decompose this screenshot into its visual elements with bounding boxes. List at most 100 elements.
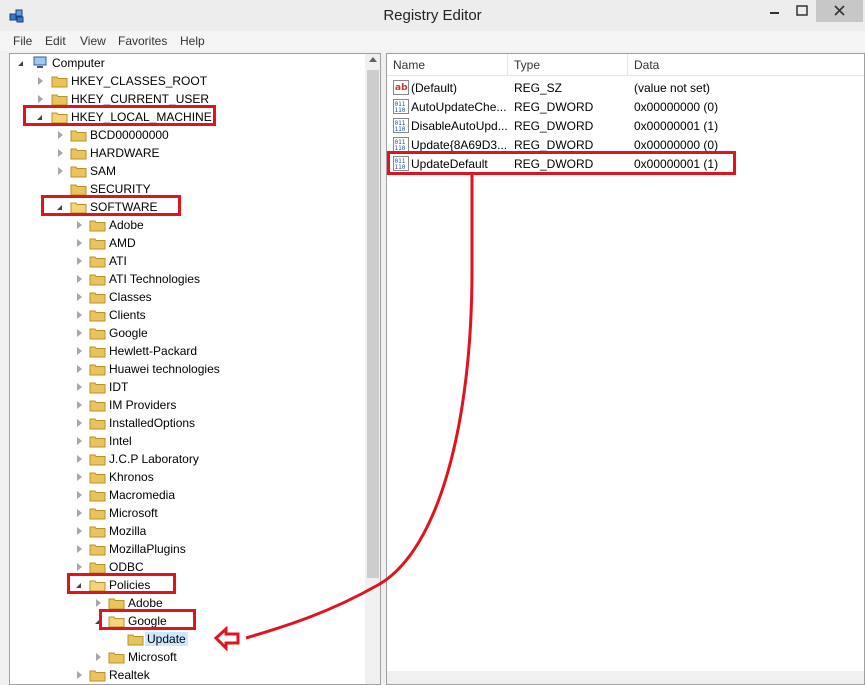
folder-icon (70, 130, 87, 142)
collapsed-arrow-icon[interactable] (77, 419, 82, 427)
tree-label: Clients (109, 308, 146, 322)
tree-vertical-scrollbar[interactable] (365, 54, 380, 684)
value-type: REG_DWORD (514, 138, 594, 152)
scroll-thumb[interactable] (367, 70, 379, 578)
collapsed-arrow-icon[interactable] (77, 491, 82, 499)
tree-label: Macromedia (109, 488, 176, 502)
expanded-arrow-icon[interactable] (18, 61, 23, 66)
collapsed-arrow-icon[interactable] (77, 437, 82, 445)
folder-open-icon (108, 616, 125, 628)
value-data: 0x00000001 (1) (634, 119, 719, 133)
svg-text:ab: ab (395, 83, 408, 93)
tree-label: HARDWARE (90, 146, 160, 160)
column-header-data[interactable]: Data (628, 54, 864, 76)
collapsed-arrow-icon[interactable] (77, 545, 82, 553)
value-row[interactable]: ab (Default) REG_SZ (value not set) (387, 78, 864, 97)
collapsed-arrow-icon[interactable] (77, 527, 82, 535)
collapsed-arrow-icon[interactable] (77, 383, 82, 391)
expanded-arrow-icon[interactable] (76, 583, 81, 588)
collapsed-arrow-icon[interactable] (96, 653, 101, 661)
values-horizontal-scrollbar[interactable] (387, 671, 864, 684)
dword-value-icon: 011110 (393, 137, 409, 152)
dword-value-icon: 011110 (393, 156, 409, 171)
window-title: Registry Editor (383, 7, 482, 24)
folder-icon (89, 490, 106, 502)
collapsed-arrow-icon[interactable] (77, 455, 82, 463)
collapsed-arrow-icon[interactable] (58, 149, 63, 157)
folder-icon (89, 544, 106, 556)
folder-icon (89, 310, 106, 322)
value-name: (Default) (411, 81, 458, 95)
expanded-arrow-icon[interactable] (37, 115, 42, 120)
maximize-button[interactable] (788, 0, 816, 22)
column-header-type[interactable]: Type (508, 54, 628, 76)
menu-file[interactable]: File (13, 34, 32, 48)
collapsed-arrow-icon[interactable] (77, 671, 82, 679)
tree-label: J.C.P Laboratory (109, 452, 199, 466)
column-header-name[interactable]: Name (387, 54, 508, 76)
svg-text:110: 110 (395, 145, 406, 152)
collapsed-arrow-icon[interactable] (58, 167, 63, 175)
scroll-up-icon[interactable] (369, 57, 377, 62)
collapsed-arrow-icon[interactable] (38, 77, 43, 85)
collapsed-arrow-icon[interactable] (77, 311, 82, 319)
svg-text:110: 110 (395, 107, 406, 114)
collapsed-arrow-icon[interactable] (77, 293, 82, 301)
dword-value-icon: 011110 (393, 118, 409, 133)
value-data: (value not set) (634, 81, 711, 95)
value-name: AutoUpdateChe... (411, 100, 507, 114)
values-list[interactable]: Name Type Data ab (Default) REG_SZ (value n… (386, 53, 865, 685)
folder-icon (89, 346, 106, 358)
menu-help[interactable]: Help (180, 34, 205, 48)
collapsed-arrow-icon[interactable] (77, 347, 82, 355)
collapsed-arrow-icon[interactable] (77, 509, 82, 517)
close-button[interactable] (816, 0, 863, 22)
title-bar: Registry Editor (0, 0, 865, 31)
tree-label: ODBC (109, 560, 144, 574)
menu-edit[interactable]: Edit (45, 34, 66, 48)
tree-label: Intel (109, 434, 132, 448)
tree-label: Google (128, 614, 167, 628)
menu-favorites[interactable]: Favorites (118, 34, 167, 48)
expanded-arrow-icon[interactable] (95, 619, 100, 624)
close-icon (834, 5, 845, 16)
collapsed-arrow-icon[interactable] (77, 275, 82, 283)
collapsed-arrow-icon[interactable] (77, 365, 82, 373)
collapsed-arrow-icon[interactable] (77, 221, 82, 229)
collapsed-arrow-icon[interactable] (77, 563, 82, 571)
collapsed-arrow-icon[interactable] (77, 239, 82, 247)
computer-icon (33, 56, 47, 68)
collapsed-arrow-icon[interactable] (77, 401, 82, 409)
collapsed-arrow-icon[interactable] (77, 257, 82, 265)
minimize-button[interactable] (760, 0, 788, 22)
tree-label: SOFTWARE (90, 200, 158, 214)
expanded-arrow-icon[interactable] (57, 205, 62, 210)
menu-view[interactable]: View (80, 34, 106, 48)
collapsed-arrow-icon[interactable] (96, 599, 101, 607)
maximize-icon (796, 5, 808, 16)
folder-icon (108, 598, 125, 610)
folder-icon (89, 508, 106, 520)
tree-label: Khronos (109, 470, 154, 484)
key-tree[interactable]: Computer HKEY_CLASSES_ROOT HKEY_CURRENT_… (9, 53, 381, 685)
folder-icon (51, 94, 68, 106)
collapsed-arrow-icon[interactable] (58, 131, 63, 139)
collapsed-arrow-icon[interactable] (38, 95, 43, 103)
folder-icon (89, 292, 106, 304)
value-row[interactable]: 011 110 UpdateDefault REG_DWORD 0x00000001 (… (387, 154, 864, 173)
folder-icon (89, 256, 106, 268)
folder-icon (89, 364, 106, 376)
tree-label: Google (109, 326, 148, 340)
collapsed-arrow-icon[interactable] (77, 329, 82, 337)
value-row[interactable]: 011 110 AutoUpdateChe... REG_DWORD 0x0000000… (387, 97, 864, 116)
collapsed-arrow-icon[interactable] (77, 473, 82, 481)
tree-label-selected: Update (145, 632, 188, 646)
tree-label: IM Providers (109, 398, 177, 412)
value-row[interactable]: 011 110 Update{8A69D3... REG_DWORD 0x0000000… (387, 135, 864, 154)
menu-bar: File Edit View Favorites Help (0, 31, 865, 51)
tree-label: Microsoft (128, 650, 177, 664)
svg-text:110: 110 (395, 164, 406, 171)
value-row[interactable]: 011 110 DisableAutoUpd... REG_DWORD 0x000000… (387, 116, 864, 135)
folder-icon (89, 328, 106, 340)
value-data: 0x00000000 (0) (634, 138, 719, 152)
